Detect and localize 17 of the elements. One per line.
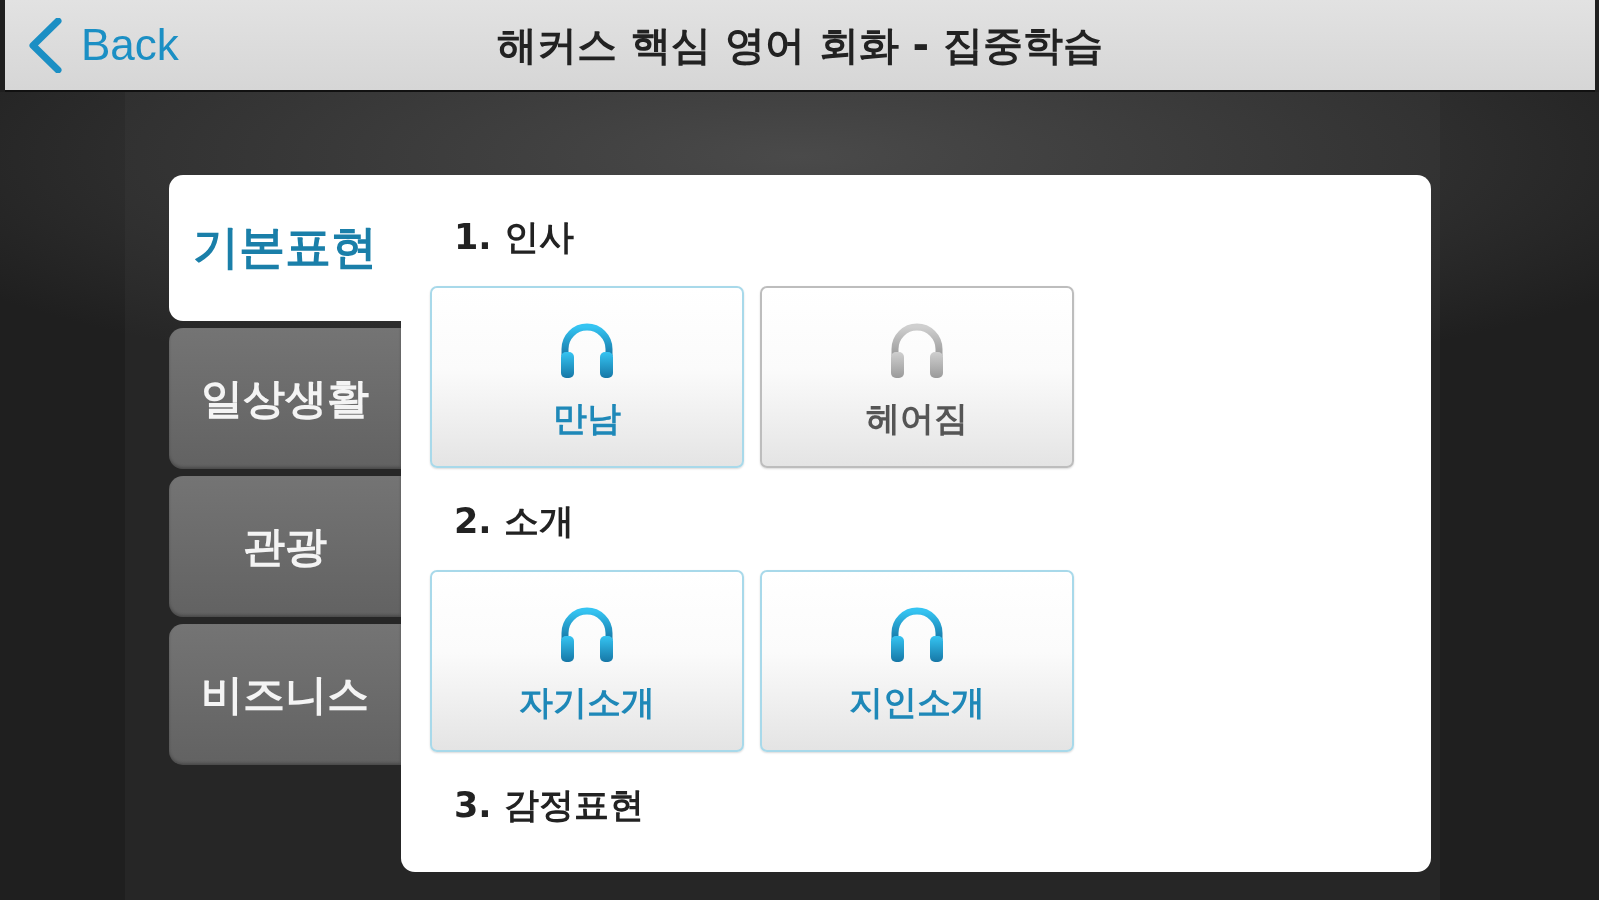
headphones-icon (560, 322, 614, 378)
headphones-icon (890, 606, 944, 662)
window-title: 해커스 핵심 영어 회화 - 집중학습 (496, 20, 1104, 70)
back-chevron-icon (27, 17, 63, 73)
section-heading: 3. 감정표현 (454, 784, 645, 827)
lesson-button[interactable]: 자기소개 (430, 570, 744, 752)
category-tab[interactable]: 관광 (169, 476, 401, 617)
category-tab[interactable]: 비즈니스 (169, 624, 401, 765)
back-button[interactable]: Back (27, 17, 179, 73)
category-tab[interactable]: 기본표현 (169, 175, 401, 321)
section-heading: 2. 소개 (454, 500, 575, 543)
lesson-button[interactable]: 지인소개 (760, 570, 1074, 752)
section-heading: 1. 인사 (454, 216, 575, 259)
lesson-button[interactable]: 만남 (430, 286, 744, 468)
category-tab[interactable]: 일상생활 (169, 328, 401, 469)
headphones-icon (890, 322, 944, 378)
headphones-icon (560, 606, 614, 662)
